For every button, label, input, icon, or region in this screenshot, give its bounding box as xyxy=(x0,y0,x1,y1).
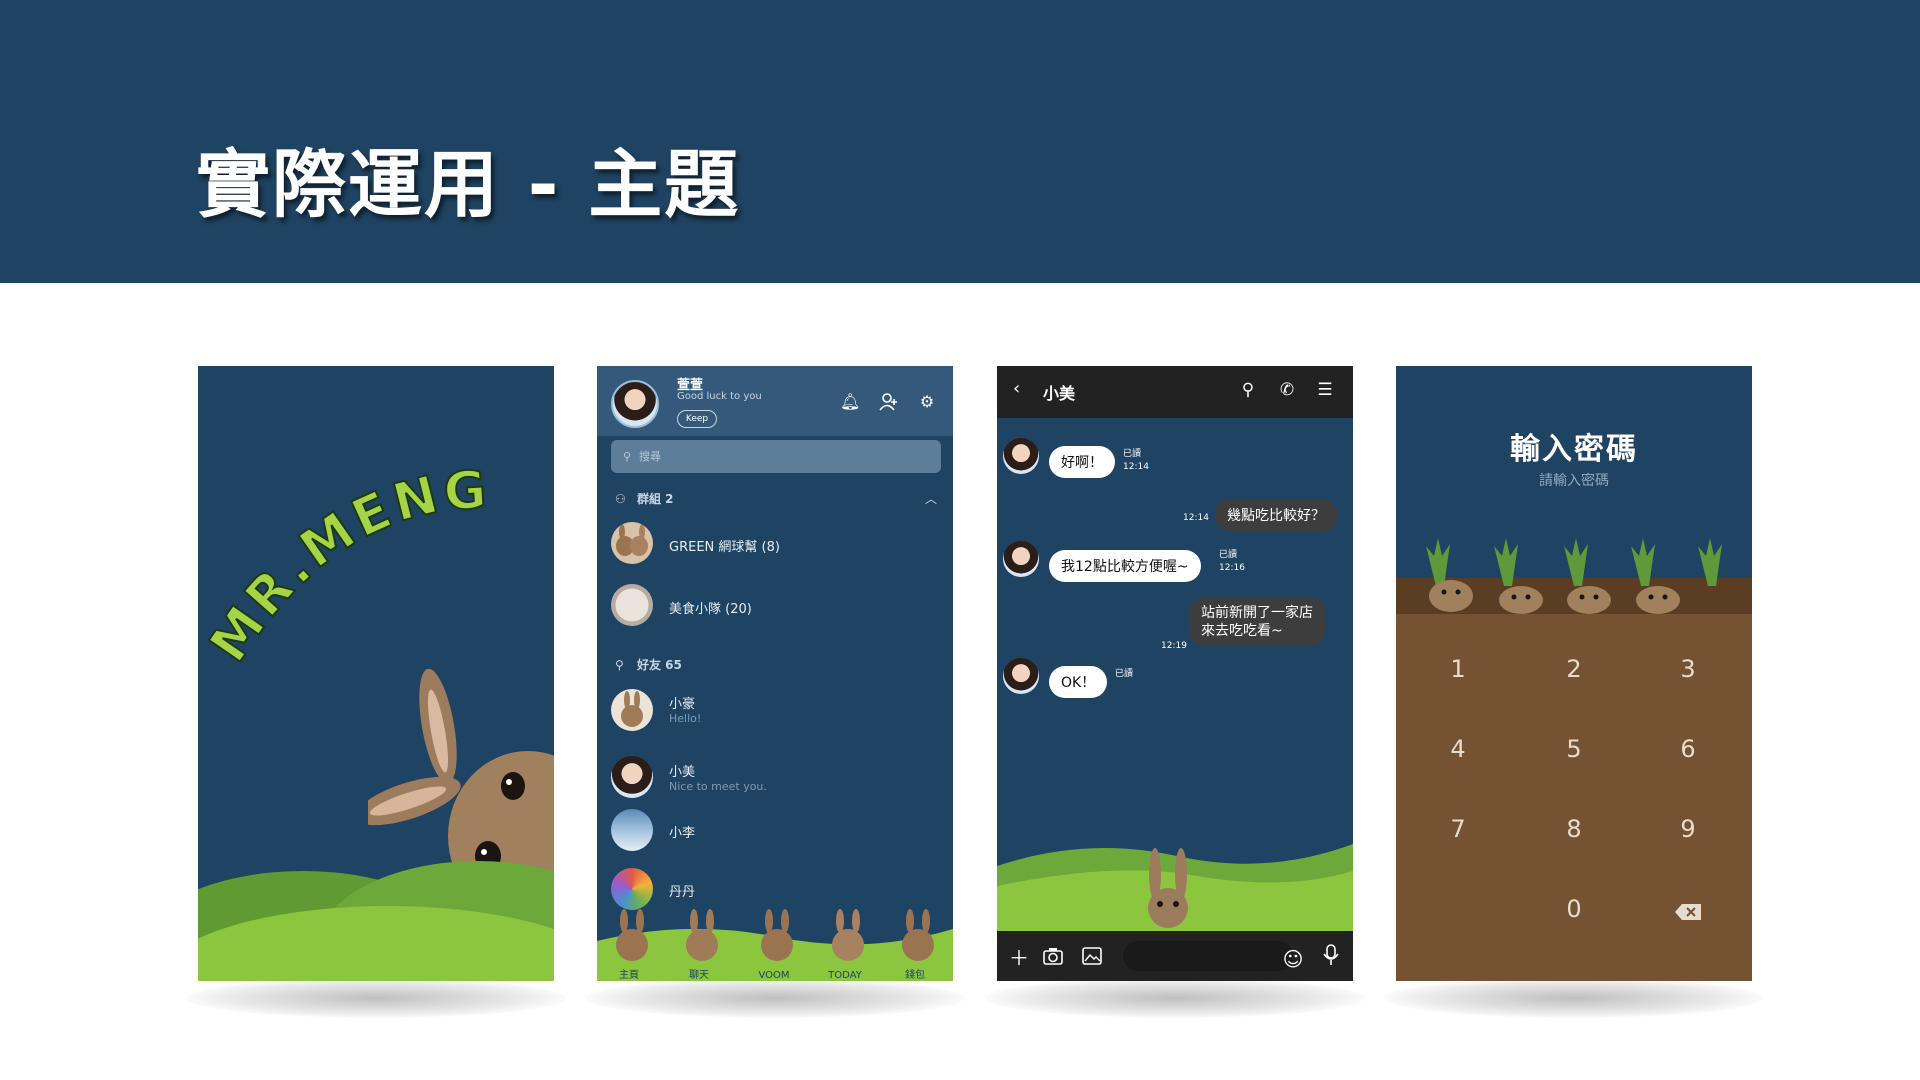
message-time: 12:16 xyxy=(1219,563,1245,573)
group-icon: ⚇ xyxy=(615,492,626,506)
backspace-icon[interactable] xyxy=(1658,899,1718,927)
message-time: 12:14 xyxy=(1123,462,1149,472)
menu-icon[interactable]: ☰ xyxy=(1314,380,1336,400)
friends-section-label: 好友 65 xyxy=(637,658,682,672)
search-icon: ⚲ xyxy=(623,450,632,463)
carrot-rabbits-illustration xyxy=(1426,538,1722,614)
phone-icon[interactable]: ✆ xyxy=(1276,380,1298,400)
friend-status: Nice to meet you. xyxy=(669,780,767,793)
search-placeholder: 搜尋 xyxy=(639,450,661,463)
mr-meng-logo: MR.MENG xyxy=(198,459,492,674)
friend-avatar[interactable] xyxy=(611,809,653,851)
groups-section-header[interactable]: ⚇ 群組 2 xyxy=(615,490,674,507)
camera-icon[interactable] xyxy=(1041,946,1065,971)
message-time: 12:14 xyxy=(1183,513,1209,523)
image-icon[interactable] xyxy=(1080,946,1104,971)
friend-name[interactable]: 小李 xyxy=(669,822,695,841)
message-line: 來去吃吃看~ xyxy=(1201,623,1283,639)
key-9[interactable]: 9 xyxy=(1658,815,1718,843)
tab-today[interactable]: TODAY xyxy=(815,970,875,981)
incoming-message[interactable]: OK！ xyxy=(1049,666,1108,698)
friend-avatar[interactable] xyxy=(611,756,653,798)
friends-section-header[interactable]: ⚲ 好友 65 xyxy=(615,656,682,673)
search-icon[interactable]: ⚲ xyxy=(1237,380,1259,400)
contact-avatar[interactable] xyxy=(1003,438,1039,474)
friend-avatar[interactable] xyxy=(611,868,653,910)
chat-contact-name: 小美 xyxy=(1043,384,1076,403)
key-8[interactable]: 8 xyxy=(1544,815,1604,843)
gear-icon[interactable]: ⚙ xyxy=(917,392,937,412)
friends-screen: 萱萱 Good luck to you Keep 🔔︎ ⚙ ⚲ 搜尋 ⚇ 群組 2… xyxy=(597,366,953,981)
key-2[interactable]: 2 xyxy=(1544,655,1604,683)
tab-rabbit-icons xyxy=(616,909,934,961)
key-5[interactable]: 5 xyxy=(1544,735,1604,763)
slide-title: 實際運用 - 主題 xyxy=(196,142,741,228)
group-name[interactable]: GREEN 網球幫 (8) xyxy=(669,536,780,555)
group-avatar[interactable] xyxy=(611,584,653,626)
panel-shadow xyxy=(585,978,965,1018)
bell-icon[interactable]: 🔔︎ xyxy=(840,392,860,412)
panel-shadow xyxy=(186,978,566,1018)
logo-text: MR.MENG xyxy=(198,459,489,674)
friend-avatar[interactable] xyxy=(611,689,653,731)
group-name[interactable]: 美食小隊 (20) xyxy=(669,598,752,617)
key-3[interactable]: 3 xyxy=(1658,655,1718,683)
incoming-message[interactable]: 好啊！ xyxy=(1049,446,1115,478)
friend-name[interactable]: 小豪 xyxy=(669,693,695,712)
friend-status: Hello! xyxy=(669,712,702,725)
emoji-icon[interactable]: ☺ xyxy=(1281,947,1305,971)
person-icon: ⚲ xyxy=(615,658,624,672)
grass-illustration xyxy=(997,844,1353,931)
passcode-screen: 輸入密碼 請輸入密碼 1 2 3 4 5 6 7 8 9 0 xyxy=(1396,366,1752,981)
read-receipt: 已讀 xyxy=(1219,550,1238,560)
panel-shadow xyxy=(1384,978,1764,1018)
svg-text:MR.MENG: MR.MENG xyxy=(199,460,492,673)
microphone-icon[interactable] xyxy=(1319,944,1343,971)
chat-screen: ‹ 小美 ⚲ ✆ ☰ 好啊！ 已讀 12:14 12:14 幾點吃比較好？ 我1… xyxy=(997,366,1353,981)
passcode-subtitle: 請輸入密碼 xyxy=(1539,473,1609,489)
contact-avatar[interactable] xyxy=(1003,658,1039,694)
tab-home[interactable]: 主頁 xyxy=(599,966,659,981)
key-7[interactable]: 7 xyxy=(1428,815,1488,843)
tab-voom[interactable]: VOOM xyxy=(744,970,804,981)
message-input[interactable] xyxy=(1123,941,1293,971)
key-6[interactable]: 6 xyxy=(1658,735,1718,763)
read-receipt: 已讀 xyxy=(1123,449,1142,459)
passcode-title: 輸入密碼 xyxy=(1510,432,1638,467)
search-input[interactable]: ⚲ 搜尋 xyxy=(611,440,941,473)
outgoing-message[interactable]: 站前新開了一家店 來去吃吃看~ xyxy=(1189,598,1325,646)
group-avatar[interactable] xyxy=(611,522,653,564)
key-1[interactable]: 1 xyxy=(1428,655,1488,683)
tab-chats[interactable]: 聊天 xyxy=(669,966,729,981)
contact-avatar[interactable] xyxy=(1003,541,1039,577)
outgoing-message[interactable]: 幾點吃比較好？ xyxy=(1215,499,1337,531)
read-receipt: 已讀 xyxy=(1115,669,1134,679)
chevron-up-icon[interactable]: ︿ xyxy=(925,490,937,507)
key-4[interactable]: 4 xyxy=(1428,735,1488,763)
friend-name[interactable]: 小美 xyxy=(669,761,695,780)
incoming-message[interactable]: 我12點比較方便喔~ xyxy=(1049,550,1201,582)
tab-wallet[interactable]: 錢包 xyxy=(885,966,945,981)
groups-section-label: 群組 2 xyxy=(637,492,674,506)
panel-shadow xyxy=(985,978,1365,1018)
bottom-tab-bar: 主頁 聊天 VOOM TODAY 錢包 xyxy=(597,909,953,981)
friend-name[interactable]: 丹丹 xyxy=(669,881,695,900)
splash-screen: MR.MENG xyxy=(198,366,554,981)
message-line: 站前新開了一家店 xyxy=(1201,605,1313,621)
add-friend-icon[interactable] xyxy=(879,392,899,412)
profile-avatar[interactable] xyxy=(611,380,659,428)
plus-icon[interactable]: ＋ xyxy=(1007,942,1031,971)
back-chevron-icon[interactable]: ‹ xyxy=(1013,378,1020,399)
key-0[interactable]: 0 xyxy=(1544,895,1604,923)
profile-status: Good luck to you xyxy=(677,391,762,402)
message-time: 12:19 xyxy=(1161,641,1187,651)
keep-button[interactable]: Keep xyxy=(677,410,717,428)
